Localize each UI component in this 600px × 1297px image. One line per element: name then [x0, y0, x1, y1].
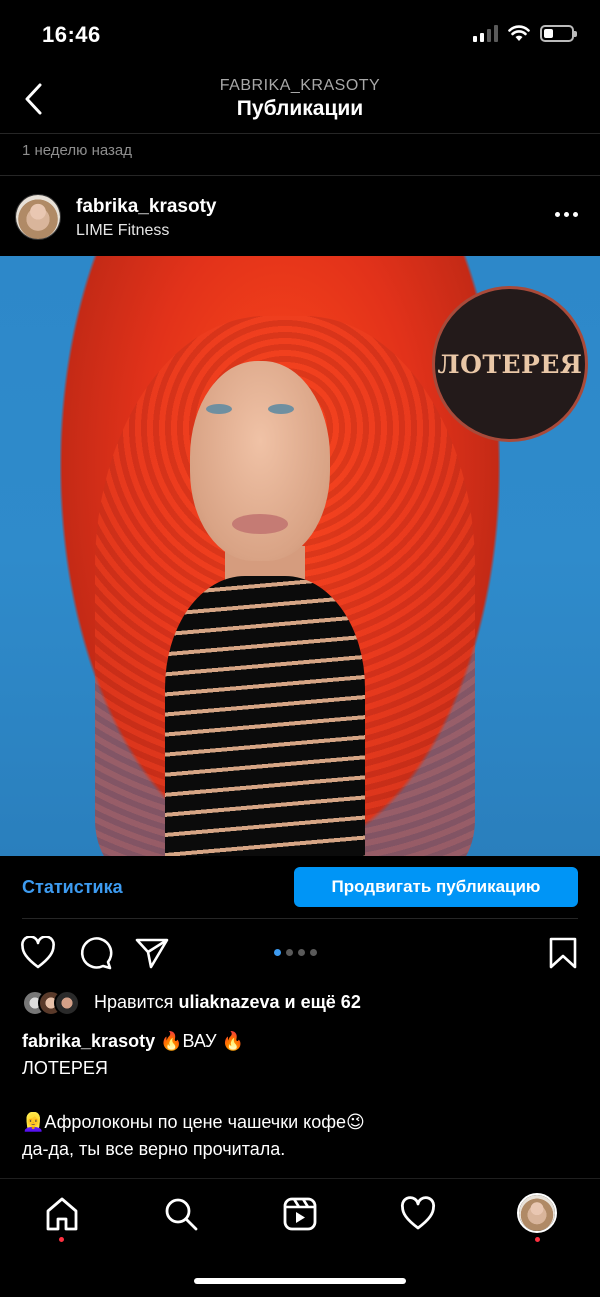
profile-notification-dot — [535, 1237, 540, 1242]
post-image[interactable]: ЛОТЕРЕЯ — [0, 256, 600, 856]
post-location[interactable]: LIME Fitness — [76, 222, 169, 240]
profile-avatar[interactable] — [517, 1193, 557, 1233]
search-icon[interactable] — [163, 1196, 199, 1232]
status-time: 16:46 — [42, 22, 101, 47]
home-icon[interactable] — [44, 1196, 80, 1232]
carousel-dot — [274, 949, 281, 956]
post-author-avatar[interactable] — [15, 194, 61, 240]
like-icon[interactable] — [20, 936, 56, 970]
likes-summary[interactable]: Нравится uliaknazeva и ещё 62 — [94, 992, 361, 1013]
insights-divider — [22, 918, 578, 919]
caption-username[interactable]: fabrika_krasoty — [22, 1031, 155, 1051]
section-divider — [0, 175, 600, 176]
likes-prefix: Нравится — [94, 992, 174, 1012]
carousel-dot — [310, 949, 317, 956]
statistics-link[interactable]: Статистика — [22, 877, 123, 898]
more-options-icon[interactable] — [555, 212, 578, 217]
promote-post-button[interactable]: Продвигать публикацию — [294, 867, 578, 907]
carousel-dot — [298, 949, 305, 956]
save-icon[interactable] — [548, 936, 578, 970]
reels-icon[interactable] — [282, 1196, 318, 1232]
likes-suffix: и ещё 62 — [284, 992, 361, 1012]
caption-line4: да-да, ты все верно прочитала. — [22, 1139, 286, 1159]
likers-avatars[interactable] — [22, 990, 80, 1016]
comment-icon[interactable] — [78, 936, 114, 970]
header-divider — [0, 133, 600, 134]
time-ago: 1 неделю назад — [22, 142, 133, 159]
post-username[interactable]: fabrika_krasoty — [76, 196, 216, 218]
home-notification-dot — [59, 1237, 64, 1242]
carousel-indicator — [274, 949, 317, 956]
battery-level — [544, 28, 553, 38]
home-indicator — [194, 1278, 406, 1284]
page-title: Публикации — [236, 97, 364, 120]
wifi-icon — [508, 24, 530, 41]
caption-line3: 👱‍♀️Афролоконы по цене чашечки кофе😉 — [22, 1112, 365, 1132]
activity-heart-icon[interactable] — [400, 1196, 436, 1232]
carousel-dot — [286, 949, 293, 956]
caption-line2: ЛОТЕРЕЯ — [22, 1058, 108, 1078]
signal-icon — [473, 24, 498, 42]
lottery-badge-text: ЛОТЕРЕЯ — [437, 349, 583, 379]
header-account: FABRIKA_KRASOTY — [219, 77, 381, 94]
share-icon[interactable] — [134, 936, 170, 970]
liker-username[interactable]: uliaknazeva — [178, 992, 279, 1012]
liker-avatar — [54, 990, 80, 1016]
post-caption: fabrika_krasoty 🔥ВАУ 🔥 ЛОТЕРЕЯ 👱‍♀️Афрол… — [22, 1028, 582, 1163]
caption-line1: 🔥ВАУ 🔥 — [160, 1031, 244, 1051]
nav-divider — [0, 1178, 600, 1179]
status-icons — [473, 24, 577, 42]
battery-icon — [540, 24, 577, 42]
lottery-badge: ЛОТЕРЕЯ — [432, 286, 588, 442]
